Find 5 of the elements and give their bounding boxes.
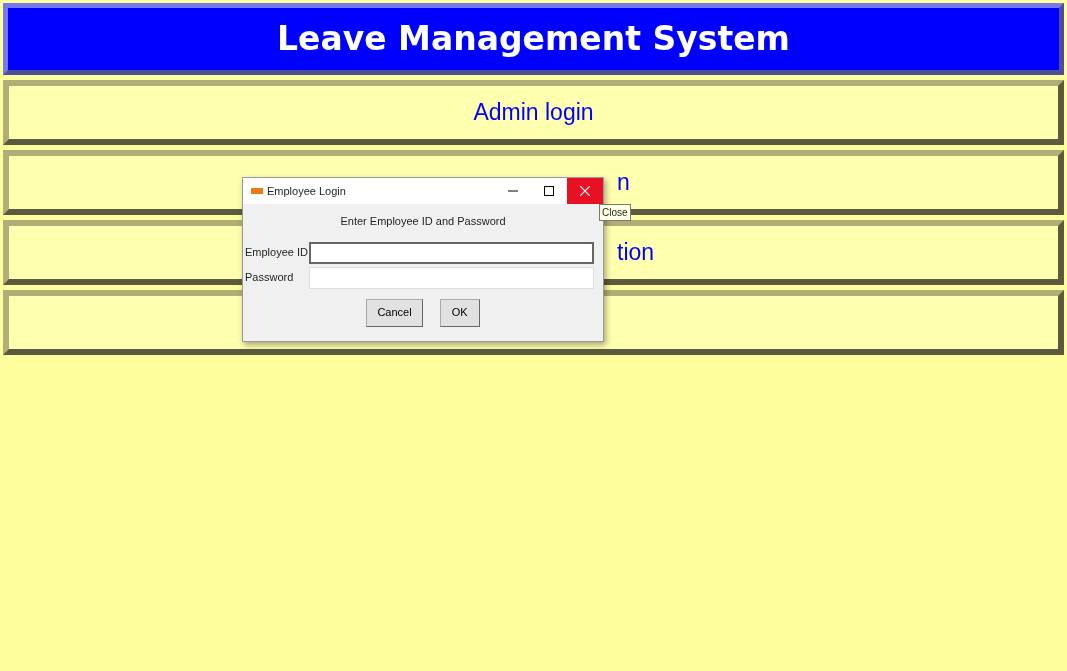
dialog-title: Employee Login [267,183,346,199]
field-label: Password [244,270,295,286]
field-label: Employee ID [244,245,309,261]
tooltip: Close [599,204,631,221]
app-title: Leave Management System [277,18,790,61]
